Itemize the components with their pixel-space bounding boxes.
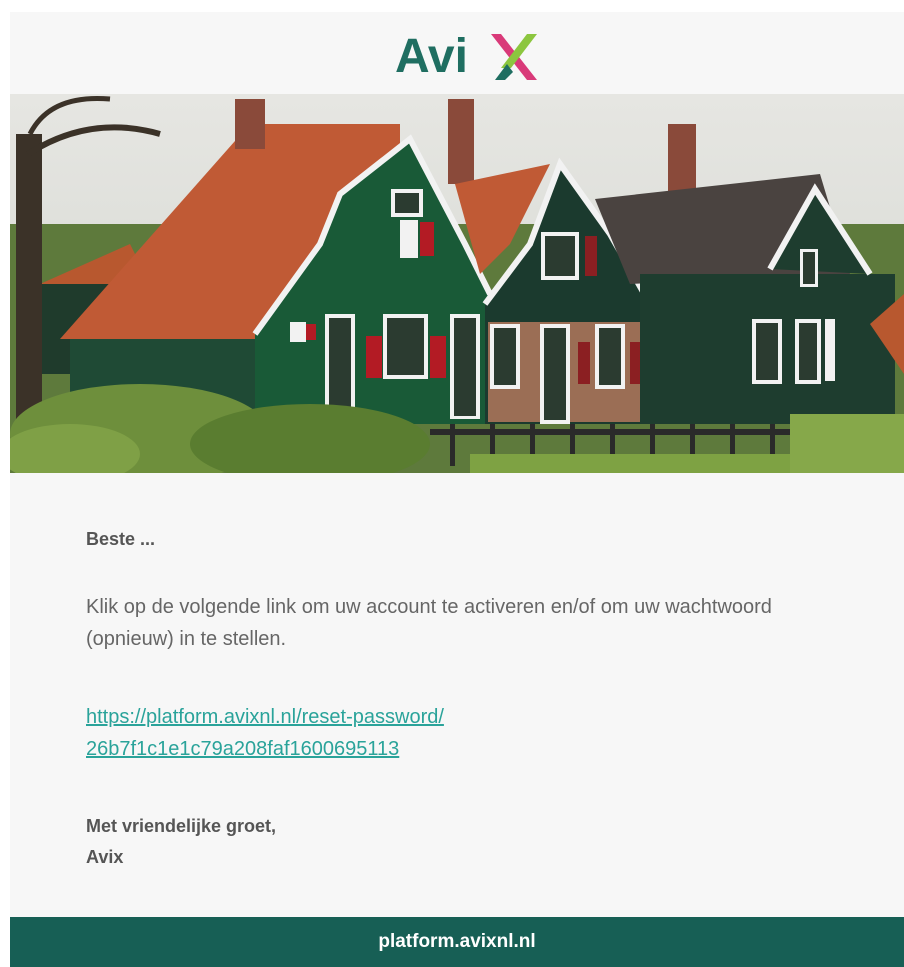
reset-password-link[interactable]: https://platform.avixnl.nl/reset-passwor… [86, 701, 826, 765]
hero-image [10, 94, 904, 473]
email-header: Avi [10, 12, 904, 94]
email-container: Avi Beste ... Klik op de volgende link o… [10, 12, 904, 967]
signoff-line-2: Avix [86, 847, 124, 867]
email-body: Beste ... Klik op de volgende link om uw… [10, 473, 904, 917]
signoff: Met vriendelijke groet, Avix [86, 811, 276, 873]
logo-x-icon [491, 34, 537, 80]
reset-link-line-2[interactable]: 26b7f1c1e1c79a208faf1600695113 [86, 733, 826, 765]
dutch-houses-photo [10, 94, 904, 473]
signoff-line-1: Met vriendelijke groet, [86, 816, 277, 836]
footer-platform-link[interactable]: platform.avixnl.nl [378, 931, 535, 953]
logo-wordmark: Avi [395, 30, 468, 83]
email-footer: platform.avixnl.nl [10, 917, 904, 967]
instruction-text: Klik op de volgende link om uw account t… [86, 596, 772, 650]
reset-link-line-1[interactable]: https://platform.avixnl.nl/reset-passwor… [86, 701, 826, 733]
avix-logo: Avi [395, 30, 537, 83]
greeting: Beste ... [86, 529, 156, 549]
